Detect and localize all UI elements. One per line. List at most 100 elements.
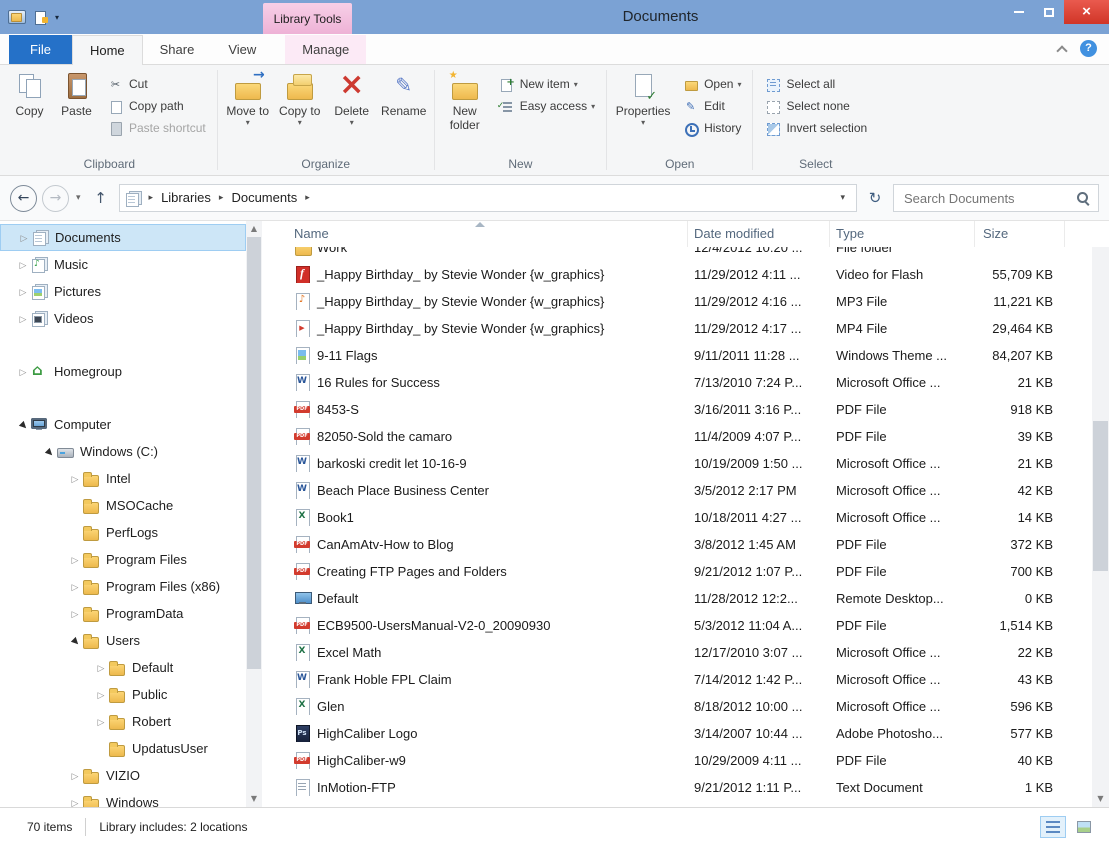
quick-access-toolbar-dropdown-icon[interactable]: ▾ (55, 13, 59, 22)
refresh-button[interactable]: ↻ (862, 189, 888, 207)
new-folder-button[interactable]: New folder (439, 67, 491, 132)
rename-button[interactable]: Rename (378, 67, 430, 118)
tree-item-public[interactable]: Public (0, 681, 246, 708)
tab-manage[interactable]: Manage (285, 35, 366, 64)
expander-icon[interactable] (94, 714, 108, 729)
explorer-window-icon[interactable] (8, 10, 26, 24)
select-all-button[interactable]: Select all (757, 73, 874, 95)
up-button[interactable]: ↑ (88, 189, 114, 207)
file-row[interactable]: Book110/18/2011 4:27 ...Microsoft Office… (262, 504, 1092, 531)
tree-item-pictures[interactable]: Pictures (0, 278, 246, 305)
file-row[interactable]: 82050-Sold the camaro11/4/2009 4:07 P...… (262, 423, 1092, 450)
paste-button[interactable]: Paste (53, 67, 100, 118)
expander-icon[interactable] (94, 687, 108, 702)
copy-button[interactable]: Copy (6, 67, 53, 118)
forward-button[interactable]: → (42, 185, 69, 212)
copy-to-button[interactable]: Copy to▾ (274, 67, 326, 127)
properties-button[interactable]: Properties▾ (611, 67, 675, 127)
scroll-down-icon[interactable]: ▼ (246, 791, 262, 807)
file-row[interactable]: _Happy Birthday_ by Stevie Wonder {w_gra… (262, 288, 1092, 315)
delete-button[interactable]: Delete▾ (326, 67, 378, 127)
tree-item-windows[interactable]: Windows (0, 789, 246, 807)
minimize-button[interactable] (1004, 0, 1034, 24)
breadcrumb-documents[interactable]: Documents (224, 185, 304, 211)
file-row[interactable]: 9-11 Flags9/11/2011 11:28 ...Windows The… (262, 342, 1092, 369)
file-row[interactable]: HighCaliber-w910/29/2009 4:11 ...PDF Fil… (262, 747, 1092, 774)
tree-item-homegroup[interactable]: Homegroup (0, 358, 246, 385)
tab-file[interactable]: File (9, 35, 72, 64)
details-view-button[interactable] (1040, 816, 1066, 838)
file-row[interactable]: 8453-S3/16/2011 3:16 P...PDF File918 KB (262, 396, 1092, 423)
expander-icon[interactable] (68, 552, 82, 567)
tree-item-programdata[interactable]: ProgramData (0, 600, 246, 627)
column-header-name[interactable]: Name (294, 221, 688, 247)
tree-item-computer[interactable]: Computer (0, 411, 246, 438)
edit-button[interactable]: ✎Edit (675, 95, 748, 117)
expander-icon[interactable] (68, 633, 82, 648)
expander-icon[interactable] (16, 364, 30, 379)
tree-item-users[interactable]: Users (0, 627, 246, 654)
thumbnails-view-button[interactable] (1071, 816, 1097, 838)
expander-icon[interactable] (42, 444, 56, 459)
file-row[interactable]: InMotion-FTP9/21/2012 1:11 P...Text Docu… (262, 774, 1092, 801)
expander-icon[interactable] (68, 768, 82, 783)
scroll-up-icon[interactable]: ▲ (246, 221, 262, 237)
breadcrumb-libraries[interactable]: Libraries (154, 185, 218, 211)
file-row[interactable]: Work12/4/2012 10:20 ...File folder (262, 247, 1092, 261)
expander-icon[interactable] (16, 311, 30, 326)
quick-access-properties-icon[interactable] (33, 10, 48, 24)
tree-item-updatususer[interactable]: UpdatusUser (0, 735, 246, 762)
maximize-button[interactable] (1034, 0, 1064, 24)
expander-icon[interactable] (16, 257, 30, 272)
history-button[interactable]: History (675, 117, 748, 139)
file-row[interactable]: Creating FTP Pages and Folders9/21/2012 … (262, 558, 1092, 585)
scroll-down-icon[interactable]: ▼ (1092, 791, 1109, 807)
file-row[interactable]: CanAmAtv-How to Blog3/8/2012 1:45 AMPDF … (262, 531, 1092, 558)
scrollbar-thumb[interactable] (247, 237, 261, 669)
tree-item-intel[interactable]: Intel (0, 465, 246, 492)
breadcrumb-separator-icon[interactable]: ▸ (304, 193, 311, 203)
tree-item-program-files[interactable]: Program Files (0, 546, 246, 573)
tab-share[interactable]: Share (143, 35, 212, 64)
file-row[interactable]: Frank Hoble FPL Claim7/14/2012 1:42 P...… (262, 666, 1092, 693)
file-row[interactable]: Default11/28/2012 12:2...Remote Desktop.… (262, 585, 1092, 612)
file-row[interactable]: ECB9500-UsersManual-V2-0_200909305/3/201… (262, 612, 1092, 639)
column-header-size[interactable]: Size (975, 221, 1065, 247)
scrollbar-thumb[interactable] (1093, 421, 1108, 571)
file-row[interactable]: Excel Math12/17/2010 3:07 ...Microsoft O… (262, 639, 1092, 666)
file-row[interactable]: Beach Place Business Center3/5/2012 2:17… (262, 477, 1092, 504)
search-input[interactable] (902, 190, 1076, 207)
help-button[interactable]: ? (1080, 40, 1097, 57)
expander-icon[interactable] (68, 471, 82, 486)
file-row[interactable]: Glen8/18/2012 10:00 ...Microsoft Office … (262, 693, 1092, 720)
cut-button[interactable]: ✂Cut (100, 73, 213, 95)
minimize-ribbon-icon[interactable] (1056, 45, 1067, 56)
tree-item-vizio[interactable]: VIZIO (0, 762, 246, 789)
tab-view[interactable]: View (211, 35, 273, 64)
recent-locations-dropdown-icon[interactable]: ▾ (74, 193, 83, 203)
file-row[interactable]: 16 Rules for Success7/13/2010 7:24 P...M… (262, 369, 1092, 396)
expander-icon[interactable] (68, 606, 82, 621)
tab-home[interactable]: Home (72, 35, 143, 65)
file-row[interactable]: _Happy Birthday_ by Stevie Wonder {w_gra… (262, 315, 1092, 342)
tree-item-msocache[interactable]: MSOCache (0, 492, 246, 519)
easy-access-button[interactable]: Easy access▾ (491, 95, 602, 117)
paste-shortcut-button[interactable]: Paste shortcut (100, 117, 213, 139)
tree-scrollbar[interactable]: ▲ ▼ (246, 221, 262, 807)
tree-item-robert[interactable]: Robert (0, 708, 246, 735)
select-none-button[interactable]: Select none (757, 95, 874, 117)
expander-icon[interactable] (16, 417, 30, 432)
expander-icon[interactable] (68, 795, 82, 807)
new-item-button[interactable]: New item▾ (491, 73, 602, 95)
column-header-date-modified[interactable]: Date modified (688, 221, 830, 247)
file-row[interactable]: barkoski credit let 10-16-910/19/2009 1:… (262, 450, 1092, 477)
tree-item-videos[interactable]: Videos (0, 305, 246, 332)
address-history-dropdown-icon[interactable]: ▾ (833, 193, 852, 203)
file-row[interactable]: HighCaliber Logo3/14/2007 10:44 ...Adobe… (262, 720, 1092, 747)
list-scrollbar[interactable]: ▲ ▼ (1092, 221, 1109, 807)
open-button[interactable]: Open▾ (675, 73, 748, 95)
tree-item-perflogs[interactable]: PerfLogs (0, 519, 246, 546)
tree-item-music[interactable]: Music (0, 251, 246, 278)
close-button[interactable]: × (1064, 0, 1109, 24)
tree-item-default[interactable]: Default (0, 654, 246, 681)
